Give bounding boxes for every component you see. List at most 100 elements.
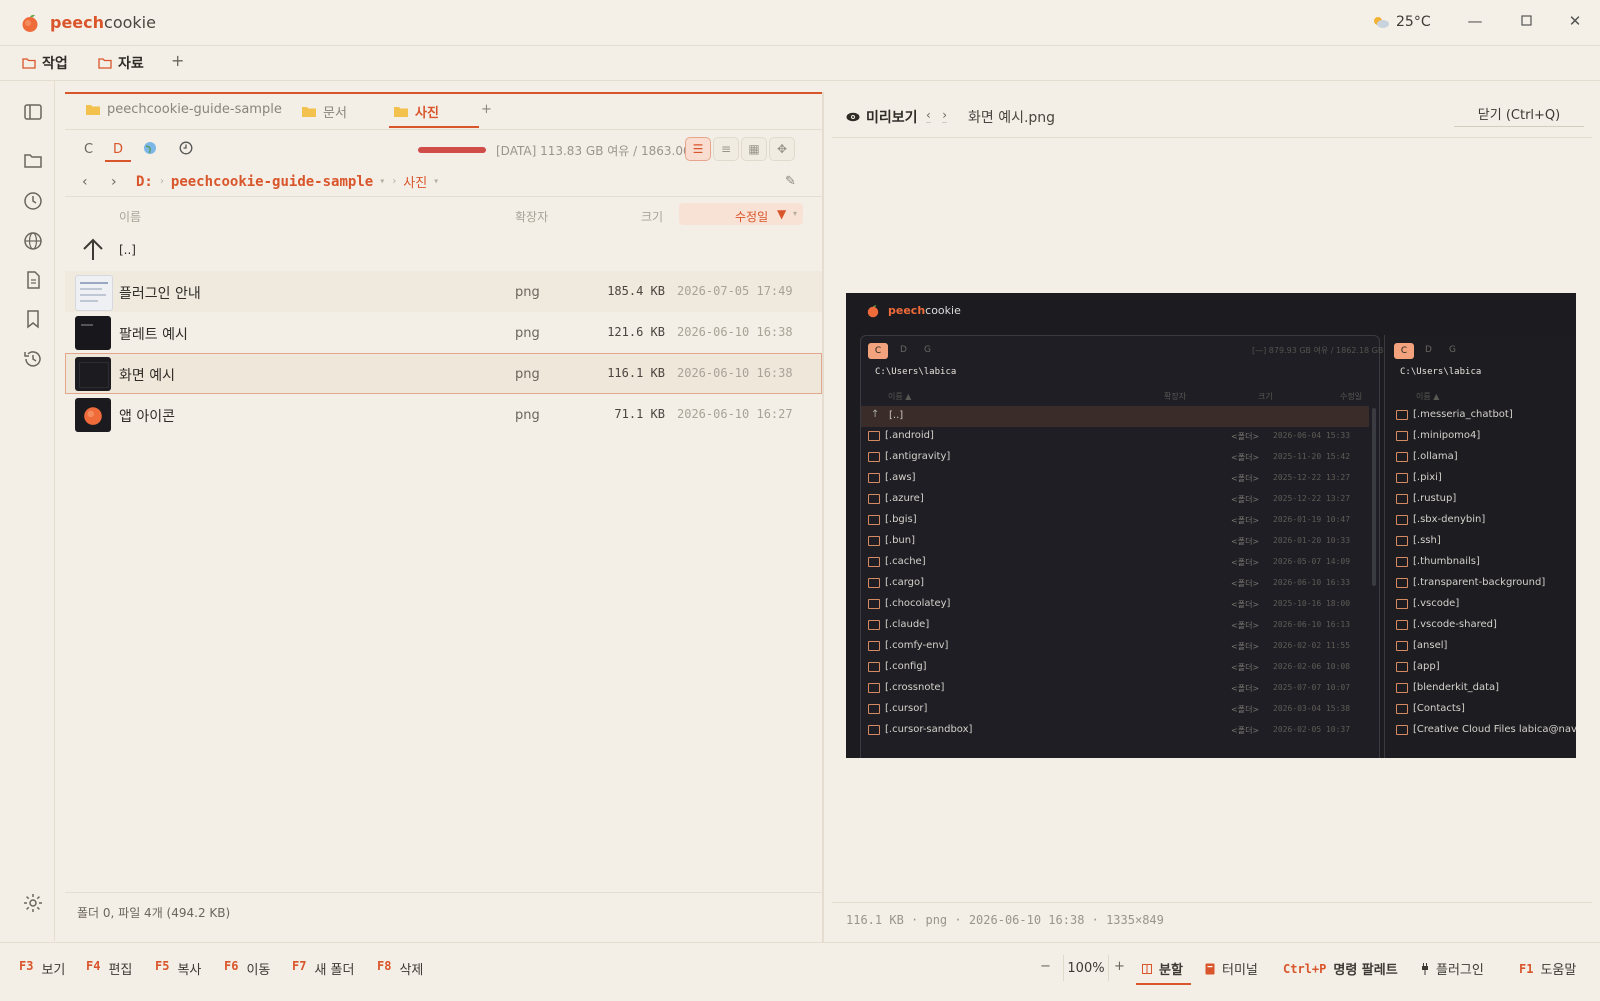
minimize-button[interactable]: — [1463, 12, 1487, 32]
breadcrumb-dropdown-icon[interactable]: ▾ [433, 176, 439, 187]
key-label: F8 [377, 959, 392, 973]
drive-d-button[interactable]: D [113, 142, 123, 157]
workspace-tabs: 작업 자료 + [0, 46, 1600, 81]
inner-row: [.rustup] [1384, 490, 1576, 511]
f7-new-folder-button[interactable]: F7 새 폴더 [292, 959, 354, 978]
inner-row: [.thumbnails] [1384, 553, 1576, 574]
workspace-tab-label: 작업 [42, 56, 68, 72]
close-window-button[interactable]: ✕ [1563, 12, 1587, 32]
disk-usage-bar [418, 147, 486, 153]
help-button[interactable]: F1 도움말 [1519, 959, 1577, 979]
breadcrumb-drive[interactable]: D: [136, 174, 153, 190]
sidebar-toggle-icon[interactable] [21, 100, 45, 124]
table-row-selected[interactable]: 화면 예시 png 116.1 KB 2026-06-10 16:38 [65, 353, 822, 394]
file-size: 185.4 KB [607, 284, 665, 298]
peach-icon [84, 407, 102, 425]
breadcrumb-subfolder[interactable]: 사진 [403, 172, 427, 191]
f6-move-button[interactable]: F6 이동 [224, 959, 270, 978]
plugin-button[interactable]: 플러그인 [1421, 959, 1484, 978]
divider [832, 137, 1592, 138]
inner-row: [.transparent-background] [1384, 574, 1576, 595]
workspace-tab-materials[interactable]: 자료 [98, 53, 144, 73]
breadcrumb-separator: › [158, 176, 165, 187]
file-ext: png [515, 285, 540, 300]
table-row[interactable]: 앱 아이콘 png 71.1 KB 2026-06-10 16:27 [65, 394, 822, 435]
breadcrumb-folder[interactable]: peechcookie-guide-sample [171, 174, 373, 190]
back-button[interactable]: ‹ [82, 174, 88, 190]
inner-row: [.pixi] [1384, 469, 1576, 490]
recent-clock-icon[interactable] [179, 141, 193, 155]
inner-row: [blenderkit_data] [1384, 679, 1576, 700]
globe-icon[interactable] [21, 229, 45, 253]
drive-c-button[interactable]: C [84, 142, 93, 157]
file-thumbnail [75, 357, 111, 391]
bookmark-icon[interactable] [21, 307, 45, 331]
workspace-tab-label: 자료 [118, 56, 144, 72]
split-view-button[interactable]: 분할 [1142, 959, 1183, 978]
terminal-button[interactable]: 터미널 [1205, 959, 1258, 978]
network-globe-icon[interactable] [143, 141, 157, 155]
forward-button[interactable]: › [111, 174, 117, 190]
preview-pane: 미리보기 ‹ › 화면 예시.png 닫기 (Ctrl+Q) peechcook… [832, 92, 1592, 942]
weather-widget[interactable]: 25°C [1372, 14, 1431, 30]
view-compact-button[interactable]: ≡ [713, 137, 739, 161]
column-header-modified[interactable]: 수정일 [735, 208, 768, 225]
workspace-tab-work[interactable]: 작업 [22, 53, 68, 73]
file-ext: png [515, 326, 540, 341]
parent-dir-label: [..] [119, 243, 136, 257]
column-header-ext[interactable]: 확장자 [515, 208, 548, 225]
maximize-button[interactable] [1514, 12, 1538, 32]
f4-edit-button[interactable]: F4 편집 [86, 959, 132, 978]
zoom-out-button[interactable]: − [1040, 959, 1051, 974]
view-grid-button[interactable]: ▦ [741, 137, 767, 161]
add-workspace-tab-button[interactable]: + [171, 51, 184, 70]
inner-drive: D [900, 345, 907, 355]
inner-row: [.cursor-sandbox] <폴더> 2026-02-05 10:37 [856, 721, 1361, 742]
column-header-name[interactable]: 이름 [119, 208, 141, 225]
f3-view-button[interactable]: F3 보기 [19, 959, 65, 978]
preview-prev-button[interactable]: ‹ [926, 108, 931, 123]
file-name: 앱 아이콘 [119, 409, 175, 425]
f8-delete-button[interactable]: F8 삭제 [377, 959, 423, 978]
folder-icon[interactable] [21, 149, 45, 173]
pane-tab-photos[interactable]: 사진 [393, 102, 439, 121]
table-row[interactable]: 팔레트 예시 png 121.6 KB 2026-06-10 16:38 [65, 312, 822, 353]
divider [65, 196, 822, 197]
table-row[interactable]: 플러그인 안내 png 185.4 KB 2026-07-05 17:49 [65, 271, 822, 312]
history-icon[interactable] [21, 347, 45, 371]
column-header-size[interactable]: 크기 [641, 208, 663, 225]
key-label: F6 [224, 959, 239, 973]
recent-clock-icon[interactable] [21, 189, 45, 213]
file-size: 116.1 KB [607, 366, 665, 380]
command-palette-button[interactable]: Ctrl+P 명령 팔레트 [1283, 959, 1398, 979]
file-thumbnail [75, 275, 113, 311]
active-tab-underline [389, 126, 479, 128]
breadcrumb-dropdown-icon[interactable]: ▾ [379, 176, 385, 187]
inner-col: 이름 ▲ [1416, 392, 1440, 401]
zoom-in-button[interactable]: + [1114, 959, 1125, 974]
pane-tab-guide-sample[interactable]: peechcookie-guide-sample [85, 102, 282, 117]
f5-copy-button[interactable]: F5 복사 [155, 959, 201, 978]
file-list-pane: peechcookie-guide-sample 문서 사진 + C D [DA… [65, 92, 822, 942]
key-label: F7 [292, 959, 307, 973]
parent-dir-row[interactable]: [..] [65, 230, 822, 271]
add-pane-tab-button[interactable]: + [481, 102, 492, 117]
document-icon[interactable] [21, 268, 45, 292]
view-list-button[interactable]: ☰ [685, 137, 711, 161]
close-preview-button[interactable]: 닫기 (Ctrl+Q) [1454, 104, 1584, 127]
inner-usage: [—] 879.93 GB 여유 / 1862.18 GB [1252, 346, 1384, 355]
key-label: F3 [19, 959, 34, 973]
split-icon [1142, 963, 1152, 974]
inner-row: [.bun] <폴더> 2026-01-20 10:33 [856, 532, 1361, 553]
view-thumbnail-button[interactable]: ✥ [769, 137, 795, 161]
edit-path-pencil-icon[interactable]: ✎ [785, 174, 796, 189]
help-label: 도움말 [1540, 963, 1577, 978]
settings-gear-icon[interactable] [21, 891, 45, 915]
file-modified: 2026-06-10 16:27 [677, 407, 793, 421]
file-name: 화면 예시 [119, 368, 175, 384]
preview-next-button[interactable]: › [942, 108, 948, 123]
file-name: 팔레트 예시 [119, 327, 188, 343]
column-menu-icon[interactable]: ▾ [793, 209, 797, 218]
pane-tab-documents[interactable]: 문서 [301, 102, 347, 121]
pane-splitter[interactable] [822, 92, 824, 942]
